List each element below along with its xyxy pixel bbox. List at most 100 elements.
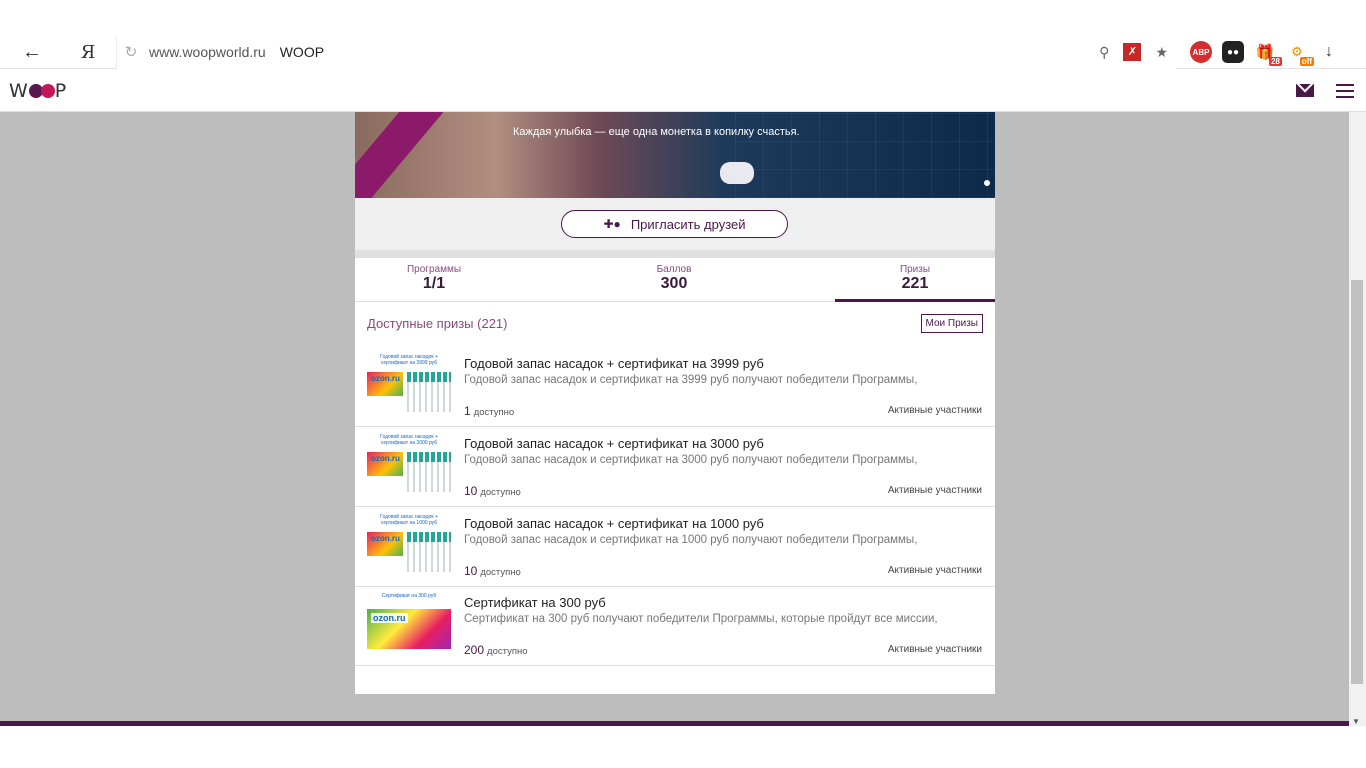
bookmark-star-icon[interactable]: ★ [1155,44,1168,61]
brush-heads-graphic [407,532,451,572]
prize-title[interactable]: Годовой запас насадок + сертификат на 10… [464,516,764,531]
thumb-brand: ozon.ru [371,613,408,623]
prize-available-count: 10 доступно [464,564,521,578]
browser-toolbar: ← Я ↻ www.woopworld.ru WOOP ⚲ ✗ ★ ABP ●●… [0,35,1366,69]
tab-points-value: 300 [660,275,688,292]
logo-letter-w: W [9,79,29,102]
banner-caption: Каждая улыбка — еще одна монетка в копил… [513,126,800,138]
thumb-brand: ozon.ru [371,534,400,543]
tab-programs-label: Программы [406,264,462,275]
header-actions [1296,83,1354,98]
prize-audience: Активные участники [887,405,982,416]
thumb-title: Сертификат на 300 руб [381,593,437,599]
invite-friends-label: Пригласить друзей [630,216,746,232]
tab-programs[interactable]: Программы 1/1 [355,258,513,301]
thumb-title: Годовой запас насадок + сертификат на 10… [380,514,438,526]
thumb-brand: ozon.ru [371,374,400,383]
woop-logo[interactable]: W P [9,80,67,102]
search-icon[interactable]: ⚲ [1099,44,1109,61]
prize-item[interactable]: Годовой запас насадок + сертификат на 39… [355,347,995,427]
url-text[interactable]: www.woopworld.ru [149,44,266,60]
logo-letter-p: P [54,79,68,102]
count-label: доступно [473,407,515,418]
prize-thumbnail: Годовой запас насадок + сертификат на 39… [367,354,451,416]
hand-graphic [720,162,754,184]
omnibox-actions: ⚲ ✗ ★ [1099,43,1168,61]
scrollbar[interactable]: ▼ [1349,112,1366,728]
prize-thumbnail: Сертификат на 300 руб ozon.ru [367,593,451,655]
extensions-area: ABP ●● 🎁 28 ⚙ off ↓ [1190,41,1340,66]
gift-badge: 28 [1269,57,1282,66]
prize-description: Годовой запас насадок и сертификат на 10… [464,534,918,546]
count-value: 10 [464,564,478,578]
prize-available-count: 200 доступно [464,643,528,657]
brush-heads-graphic [407,372,451,412]
count-label: доступно [480,567,521,578]
thumb-brand: ozon.ru [371,454,400,463]
my-prizes-button[interactable]: Мои Призы [920,314,983,333]
reload-icon[interactable]: ↻ [117,43,145,61]
prize-description: Годовой запас насадок и сертификат на 39… [464,374,918,386]
tab-points-label: Баллов [656,264,692,275]
prize-description: Годовой запас насадок и сертификат на 30… [464,454,918,466]
scroll-down-arrow-icon[interactable]: ▼ [1352,717,1360,726]
stats-tabs: Программы 1/1 Баллов 300 Призы 221 [355,258,995,302]
coupon-extension-icon[interactable]: ⚙ off [1286,41,1314,66]
invite-friends-button[interactable]: ✚● Пригласить друзей [561,210,788,238]
flash-blocked-icon[interactable]: ✗ [1123,43,1142,61]
prize-available-count: 10 доступно [464,484,521,498]
tab-prizes-label: Призы [899,264,931,275]
tile-graphic [735,112,995,198]
prize-available-count: 1 доступно [464,404,514,418]
add-person-icon: ✚● [603,217,621,231]
divider [355,250,995,258]
prize-item[interactable]: Годовой запас насадок + сертификат на 10… [355,507,995,587]
invite-section: ✚● Пригласить друзей [355,198,995,250]
count-label: доступно [480,487,521,498]
thumb-title: Годовой запас насадок + сертификат на 39… [380,354,438,366]
promo-banner[interactable]: Каждая улыбка — еще одна монетка в копил… [355,112,995,198]
prize-title[interactable]: Сертификат на 300 руб [464,595,606,610]
tab-prizes-value: 221 [901,275,929,292]
yandex-logo-icon[interactable]: Я [68,36,108,69]
prize-thumbnail: Годовой запас насадок + сертификат на 30… [367,434,451,496]
browser-tab-strip [0,0,1366,36]
off-badge: off [1299,57,1314,66]
prize-audience: Активные участники [887,485,982,496]
prizes-header: Доступные призы (221) Мои Призы [367,314,983,333]
prize-thumbnail: Годовой запас насадок + сертификат на 10… [367,514,451,576]
adblock-plus-icon[interactable]: ABP [1190,41,1212,63]
hamburger-menu-icon[interactable] [1336,83,1354,98]
address-bar[interactable]: ↻ www.woopworld.ru WOOP ⚲ ✗ ★ [116,35,1176,69]
download-icon[interactable]: ↓ [1318,41,1340,63]
gift-extension-icon[interactable]: 🎁 28 [1254,41,1282,66]
available-prizes-title: Доступные призы (221) [367,316,508,331]
scrollbar-thumb[interactable] [1351,280,1363,684]
carousel-dot[interactable] [984,180,990,186]
ghostery-icon[interactable]: ●● [1222,41,1244,63]
tab-prizes[interactable]: Призы 221 [835,258,995,302]
footer-area [0,726,1366,768]
prize-description: Сертификат на 300 руб получают победител… [464,613,938,625]
prize-item[interactable]: Годовой запас насадок + сертификат на 30… [355,427,995,507]
prize-title[interactable]: Годовой запас насадок + сертификат на 39… [464,356,764,371]
main-card: Каждая улыбка — еще одна монетка в копил… [355,112,995,694]
brush-heads-graphic [407,452,451,492]
count-value: 1 [464,404,471,418]
logo-bubbles-icon [28,83,55,98]
site-header: W P [0,70,1366,112]
tab-points[interactable]: Баллов 300 [513,258,835,301]
prize-audience: Активные участники [887,565,982,576]
mail-icon[interactable] [1296,84,1314,97]
toothbrush-graphic [355,112,447,198]
count-value: 200 [464,643,485,657]
prize-title[interactable]: Годовой запас насадок + сертификат на 30… [464,436,764,451]
back-arrow-icon[interactable]: ← [12,36,52,69]
prize-audience: Активные участники [887,644,982,655]
count-value: 10 [464,484,478,498]
tab-programs-value: 1/1 [422,275,446,292]
thumb-title: Годовой запас насадок + сертификат на 30… [380,434,438,446]
prize-item[interactable]: Сертификат на 300 руб ozon.ru Сертификат… [355,586,995,666]
page-title-in-omnibox: WOOP [279,44,325,60]
count-label: доступно [487,646,528,657]
